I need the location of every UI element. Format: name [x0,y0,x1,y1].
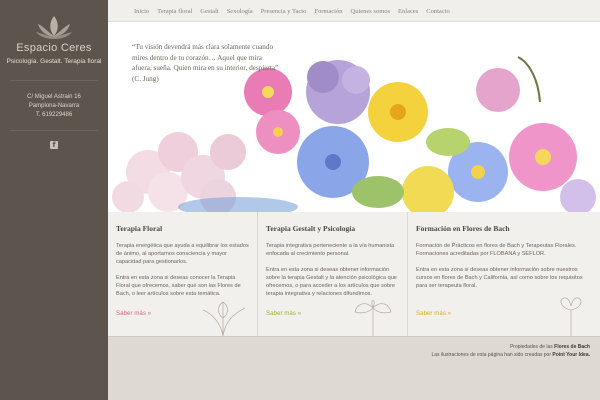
column-description: Formación de Prácticos en flores de Bach… [416,243,577,257]
column-description: Entra en esta zona si deseas obtener inf… [416,267,583,289]
column-title: Formación en Flores de Bach [416,224,510,233]
footer-link-flores-de-bach[interactable]: Flores de Bach [554,344,590,350]
column-description: Entra en esta zona si deseas conocer la … [116,275,241,297]
logo-tagline: Psicología. Gestalt. Terapia floral [6,58,102,65]
column-description: Terapia energética que ayuda a equilibra… [116,243,249,265]
address-phone: T. 619229486 [35,112,73,118]
column-terapia-gestalt: Terapia Gestalt y Psicología Terapia int… [258,212,408,336]
footer-line-1: Propiedades de las Flores de Bach [510,344,590,350]
flower-sketch-icon [560,297,582,336]
sidebar-divider [10,130,98,131]
address: C/ Miguel Astrain 16 Pamplona-Navarra T.… [0,93,108,120]
nav-item-terapia-floral[interactable]: Terapia floral [157,8,192,15]
facebook-icon[interactable]: f [50,141,58,149]
nav-item-presencia-y-tacto[interactable]: Presencia y Tacto [261,8,307,15]
column-description: Entra en esta zona si deseas obtener inf… [266,267,397,297]
hero-quote: “Tu visión devendrá más clara solamente … [132,43,279,83]
address-city: Pamplona-Navarra [28,103,80,109]
saber-mas-link[interactable]: Saber más » [416,310,451,317]
sidebar: Espacio Ceres Psicología. Gestalt. Terap… [0,0,108,400]
footer-text: Las ilustraciones de esta página han sid… [431,352,551,358]
column-title: Terapia Floral [116,224,163,233]
nav-item-inicio[interactable]: Inicio [134,8,149,15]
logo[interactable]: Espacio Ceres Psicología. Gestalt. Terap… [0,14,108,65]
nav-item-sexologia[interactable]: Sexología [227,8,253,15]
nav-item-quienes-somos[interactable]: Quienes somos [351,8,391,15]
lotus-logo-icon [36,16,72,39]
nav-item-contacto[interactable]: Contacto [426,8,449,15]
feature-columns: Terapia Floral Terapia energética que ay… [108,212,600,336]
column-formacion: Formación en Flores de Bach Formación de… [408,212,600,336]
nav-item-enlaces[interactable]: Enlaces [398,8,418,15]
saber-mas-link[interactable]: Saber más » [266,310,301,317]
column-description: Terapia integrativa perteneciente a la v… [266,243,395,257]
footer-link-point-your-idea[interactable]: Point Your Idea. [552,352,590,358]
logo-name: Espacio Ceres [16,42,92,54]
sidebar-divider [10,80,98,81]
footer-text: Propiedades de las [509,344,553,350]
hero-banner: “Tu visión devendrá más clara solamente … [108,22,600,212]
nav-item-gestalt[interactable]: Gestalt [200,8,218,15]
nav-item-formacion[interactable]: Formación [314,8,342,15]
flower-sketch-icon [202,301,246,336]
flower-sketch-icon [354,300,392,336]
column-title: Terapia Gestalt y Psicología [266,224,356,233]
footer: Propiedades de las Flores de Bach Las il… [108,336,600,400]
column-terapia-floral: Terapia Floral Terapia energética que ay… [108,212,258,336]
address-street: C/ Miguel Astrain 16 [27,94,81,100]
main-nav: Inicio Terapia floral Gestalt Sexología … [108,0,600,22]
footer-line-2: Las ilustraciones de esta página han sid… [431,352,590,358]
saber-mas-link[interactable]: Saber más » [116,310,151,317]
